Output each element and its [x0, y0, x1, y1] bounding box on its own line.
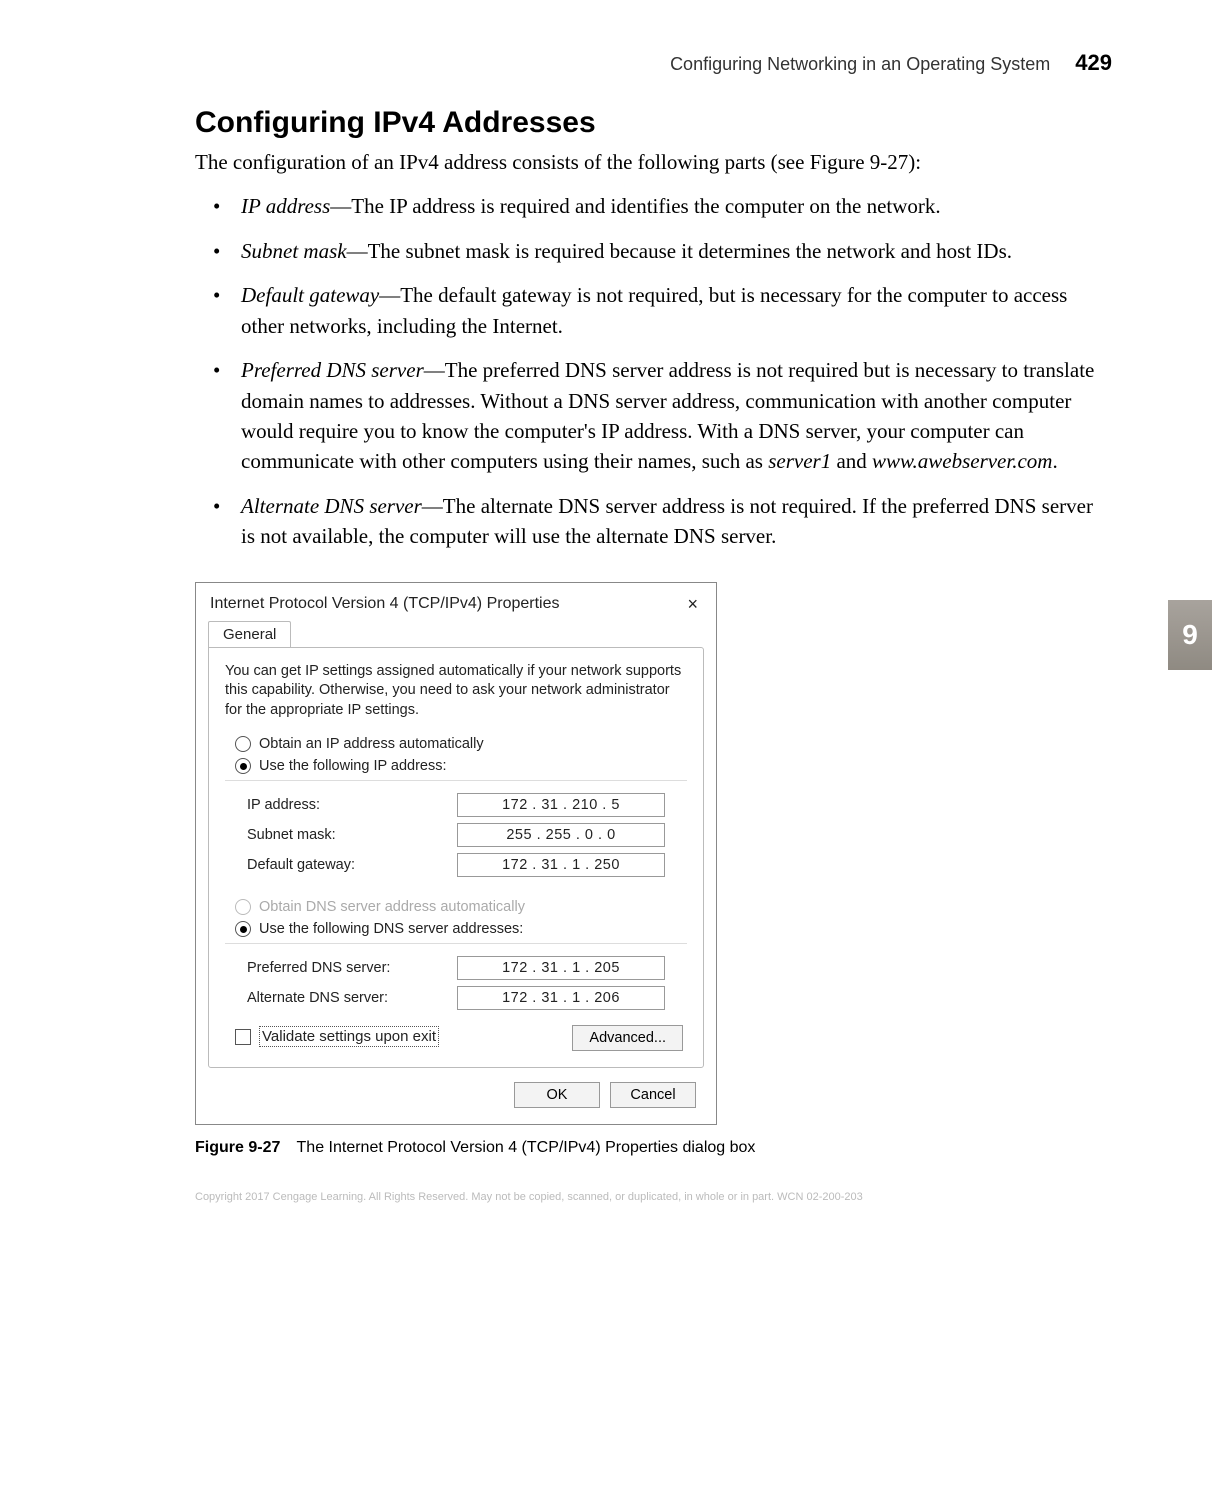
radio-label: Use the following DNS server addresses: — [259, 921, 523, 937]
list-item: Preferred DNS server—The preferred DNS s… — [195, 355, 1112, 477]
radio-label: Obtain DNS server address automatically — [259, 899, 525, 915]
radio-label: Use the following IP address: — [259, 758, 447, 774]
radio-obtain-ip-auto[interactable]: Obtain an IP address automatically — [235, 736, 687, 752]
radio-icon — [235, 736, 251, 752]
alternate-dns-label: Alternate DNS server: — [247, 990, 457, 1006]
radio-label: Obtain an IP address automatically — [259, 736, 484, 752]
section-lead: The configuration of an IPv4 address con… — [195, 148, 1112, 177]
dialog-title: Internet Protocol Version 4 (TCP/IPv4) P… — [210, 595, 559, 613]
radio-icon — [235, 758, 251, 774]
ip-fieldset: IP address: 172 . 31 . 210 . 5 Subnet ma… — [225, 780, 687, 877]
dns-fieldset: Preferred DNS server: 172 . 31 . 1 . 205… — [225, 943, 687, 1010]
ip-address-label: IP address: — [247, 797, 457, 813]
list-item: Default gateway—The default gateway is n… — [195, 280, 1112, 341]
radio-icon — [235, 899, 251, 915]
tabstrip: General — [196, 621, 716, 647]
bullet-list: IP address—The IP address is required an… — [195, 191, 1112, 551]
section-title: Configuring IPv4 Addresses — [195, 106, 1112, 140]
list-item: Subnet mask—The subnet mask is required … — [195, 236, 1112, 266]
header-text: Configuring Networking in an Operating S… — [670, 54, 1050, 74]
default-gateway-input[interactable]: 172 . 31 . 1 . 250 — [457, 853, 665, 877]
chapter-number: 9 — [1182, 619, 1198, 651]
advanced-button[interactable]: Advanced... — [572, 1025, 683, 1051]
running-header: Configuring Networking in an Operating S… — [100, 50, 1112, 76]
tab-general[interactable]: General — [208, 621, 291, 647]
subnet-mask-input[interactable]: 255 . 255 . 0 . 0 — [457, 823, 665, 847]
figure-caption: Figure 9-27 The Internet Protocol Versio… — [195, 1139, 1112, 1157]
validate-checkbox[interactable] — [235, 1029, 251, 1045]
cancel-button[interactable]: Cancel — [610, 1082, 696, 1108]
subnet-mask-label: Subnet mask: — [247, 827, 457, 843]
radio-use-dns[interactable]: Use the following DNS server addresses: — [235, 921, 687, 937]
ok-button[interactable]: OK — [514, 1082, 600, 1108]
radio-obtain-dns-auto: Obtain DNS server address automatically — [235, 899, 687, 915]
close-icon[interactable]: × — [683, 593, 702, 615]
chapter-tab: 9 — [1168, 600, 1212, 670]
dialog-footer: OK Cancel — [196, 1068, 716, 1112]
copyright-line: Copyright 2017 Cengage Learning. All Rig… — [195, 1191, 1112, 1203]
preferred-dns-input[interactable]: 172 . 31 . 1 . 205 — [457, 956, 665, 980]
radio-icon — [235, 921, 251, 937]
list-item: IP address—The IP address is required an… — [195, 191, 1112, 221]
figure-label: Figure 9-27 — [195, 1139, 280, 1156]
dialog-titlebar: Internet Protocol Version 4 (TCP/IPv4) P… — [196, 583, 716, 621]
preferred-dns-label: Preferred DNS server: — [247, 960, 457, 976]
default-gateway-label: Default gateway: — [247, 857, 457, 873]
page-number: 429 — [1075, 50, 1112, 75]
validate-label: Validate settings upon exit — [259, 1026, 439, 1047]
ip-address-input[interactable]: 172 . 31 . 210 . 5 — [457, 793, 665, 817]
figure-text: The Internet Protocol Version 4 (TCP/IPv… — [297, 1139, 756, 1156]
radio-use-ip[interactable]: Use the following IP address: — [235, 758, 687, 774]
dialog-description: You can get IP settings assigned automat… — [225, 662, 687, 721]
alternate-dns-input[interactable]: 172 . 31 . 1 . 206 — [457, 986, 665, 1010]
tcpip-properties-dialog: Internet Protocol Version 4 (TCP/IPv4) P… — [195, 582, 717, 1126]
list-item: Alternate DNS server—The alternate DNS s… — [195, 491, 1112, 552]
tab-panel-general: You can get IP settings assigned automat… — [208, 647, 704, 1069]
